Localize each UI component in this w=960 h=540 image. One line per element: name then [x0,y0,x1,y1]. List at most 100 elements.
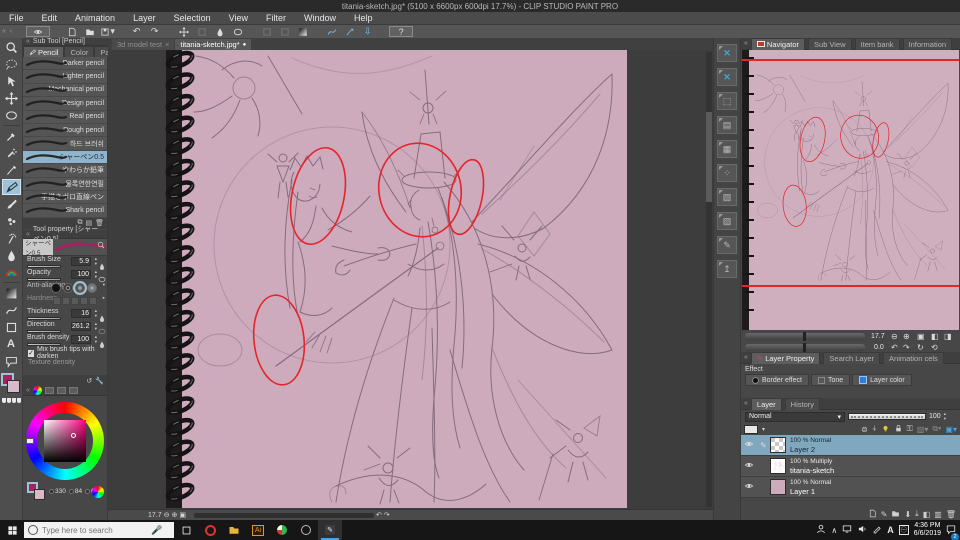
thickness-value[interactable]: 16 [71,309,91,318]
navigator-preview[interactable] [742,50,959,330]
collapsed-panel-button[interactable]: ✎ [717,236,737,254]
rotate-slider[interactable] [745,344,865,351]
layer-row[interactable]: 100 % NormalLayer 1 [741,477,960,498]
dynamics-icon[interactable] [98,258,106,267]
trim-button[interactable] [277,26,292,37]
open-file-button[interactable] [82,26,97,37]
tab-layer[interactable]: Layer [751,398,782,410]
brush-item[interactable]: 手描きボロ直線ペン [23,191,107,204]
onion-skin-icon[interactable] [881,424,890,435]
eyedropper-tool-icon[interactable] [2,128,21,144]
layer-color-icon[interactable]: ▣▾ [945,425,957,434]
microphone-icon[interactable]: 🎤 [151,525,162,536]
menu-animation[interactable]: Animation [66,13,124,23]
tab-navigator[interactable]: Navigator [751,38,805,50]
color-slider-tab-icon[interactable] [45,387,54,394]
ruler-icon[interactable]: ⧉▾ [932,424,941,434]
scale-rotate-button[interactable] [230,26,245,37]
hue-cursor[interactable] [26,438,34,444]
brush-item[interactable]: 하드 브러쉬 [23,137,107,150]
reset-icon[interactable]: ↺ [86,377,92,385]
snap-grid-button[interactable]: ⇩ [360,26,375,37]
set-as-draft-icon[interactable]: ▧▾ [917,425,929,434]
gradient-tool-icon[interactable] [2,264,21,280]
flip-horizontal-icon[interactable]: ◧ [931,332,939,341]
illustrator-icon[interactable]: Ai [246,520,270,540]
layer-visibility-icon[interactable] [741,478,757,496]
undo-button[interactable]: ↶ [129,26,144,37]
color-wheel-tab-icon[interactable] [33,386,42,395]
thumbnail-size-button[interactable] [744,425,758,434]
brush-size-value[interactable]: 5.9 [71,257,91,266]
document-tab-active[interactable]: titania-sketch.jpg*● [175,39,251,50]
layer-thumbnail[interactable] [770,458,786,474]
brush-density-value[interactable]: 100 [71,335,91,344]
color-set-tab-icon[interactable] [57,387,66,394]
start-button[interactable] [0,520,24,540]
collapsed-panel-button[interactable]: ▤ [717,116,737,134]
reselect-button[interactable] [194,26,209,37]
ime-mode-icon[interactable]: ㊀ [899,525,909,535]
tab-sub-view[interactable]: Sub View [808,38,852,50]
clip-at-layer-below-icon[interactable]: ⊜ [861,425,868,434]
clip-studio-paint-taskbar-icon[interactable]: ✎ [318,520,342,540]
panel-collapse-icon[interactable]: « [744,40,748,47]
brush-item[interactable]: 물록연한연필 [23,178,107,191]
antivirus-icon[interactable] [270,520,294,540]
brush-item[interactable]: Rough pencil [23,124,107,137]
crop-button[interactable] [259,26,274,37]
delete-layer-icon[interactable]: 🗑 [946,510,956,519]
zoom-tool-icon[interactable] [2,39,21,55]
dynamics-icon[interactable] [98,271,106,280]
show-hidden-icons-chevron[interactable]: ∧ [831,526,837,535]
help-button[interactable]: ? [389,26,413,37]
brush-item[interactable]: Shark pencil [23,204,107,217]
spinner[interactable]: ▴▾ [95,322,97,331]
redo-button[interactable]: ↷ [147,26,162,37]
opera-icon[interactable] [198,520,222,540]
layer-visibility-icon[interactable] [741,436,757,454]
tab-information[interactable]: Information [903,38,953,50]
panel-collapse-icon[interactable]: « [744,400,748,407]
dock-collapse-icon[interactable]: « ‹ [2,28,12,35]
visibility-toggle-button[interactable] [26,26,50,37]
taskbar-search[interactable]: 🎤 [24,522,174,538]
collapsed-panel-button[interactable]: ▨ [717,212,737,230]
menu-window[interactable]: Window [295,13,345,23]
action-center-icon[interactable]: 2 [946,521,956,539]
magic-wand-tool-icon[interactable] [2,145,21,161]
menu-filter[interactable]: Filter [257,13,295,23]
background-color-swatch[interactable] [34,489,45,500]
aa-expand[interactable]: ▾ [103,283,105,288]
brush-item[interactable]: Design pencil [23,97,107,110]
new-layer-icon[interactable] [868,509,877,520]
document-tab-inactive[interactable]: 3d model test× [112,39,174,50]
expand-icon[interactable]: ▾ [762,426,765,433]
aa-none[interactable] [51,283,61,293]
brush-item-selected[interactable]: シャーペン0.5 [23,151,107,164]
brush-item[interactable]: Lighter pencil [23,70,107,83]
menu-selection[interactable]: Selection [165,13,220,23]
blend-tool-icon[interactable] [2,247,21,263]
layer-thumbnail[interactable] [770,437,786,453]
volume-icon[interactable] [857,521,867,539]
zoom-out-icon[interactable]: ⊖ [164,511,170,519]
balloon-tool-icon[interactable] [2,353,21,369]
brush-item[interactable]: Darker pencil [23,57,107,70]
collapsed-panel-button[interactable]: ↥ [717,260,737,278]
tab-history[interactable]: History [785,398,820,410]
layer-thumbnail[interactable] [770,479,786,495]
taskbar-clock[interactable]: 4:36 PM 6/6/2019 [914,522,941,538]
pen-tool-icon[interactable] [2,162,21,178]
horizontal-scrollbar[interactable] [194,513,374,518]
saturation-value-square[interactable] [44,420,86,462]
gradation-tool-icon[interactable] [2,285,21,301]
layer-color-button[interactable]: Layer color [852,374,912,386]
close-tab-icon[interactable]: × [165,40,169,49]
collapsed-panel-button[interactable]: ▦ [717,140,737,158]
direction-value[interactable]: 261.2 [71,322,91,331]
spinner[interactable]: ▴▾ [95,335,97,344]
dynamics-icon[interactable] [98,310,106,319]
file-explorer-icon[interactable] [222,520,246,540]
fit-screen-icon[interactable]: ▣ [179,511,186,519]
